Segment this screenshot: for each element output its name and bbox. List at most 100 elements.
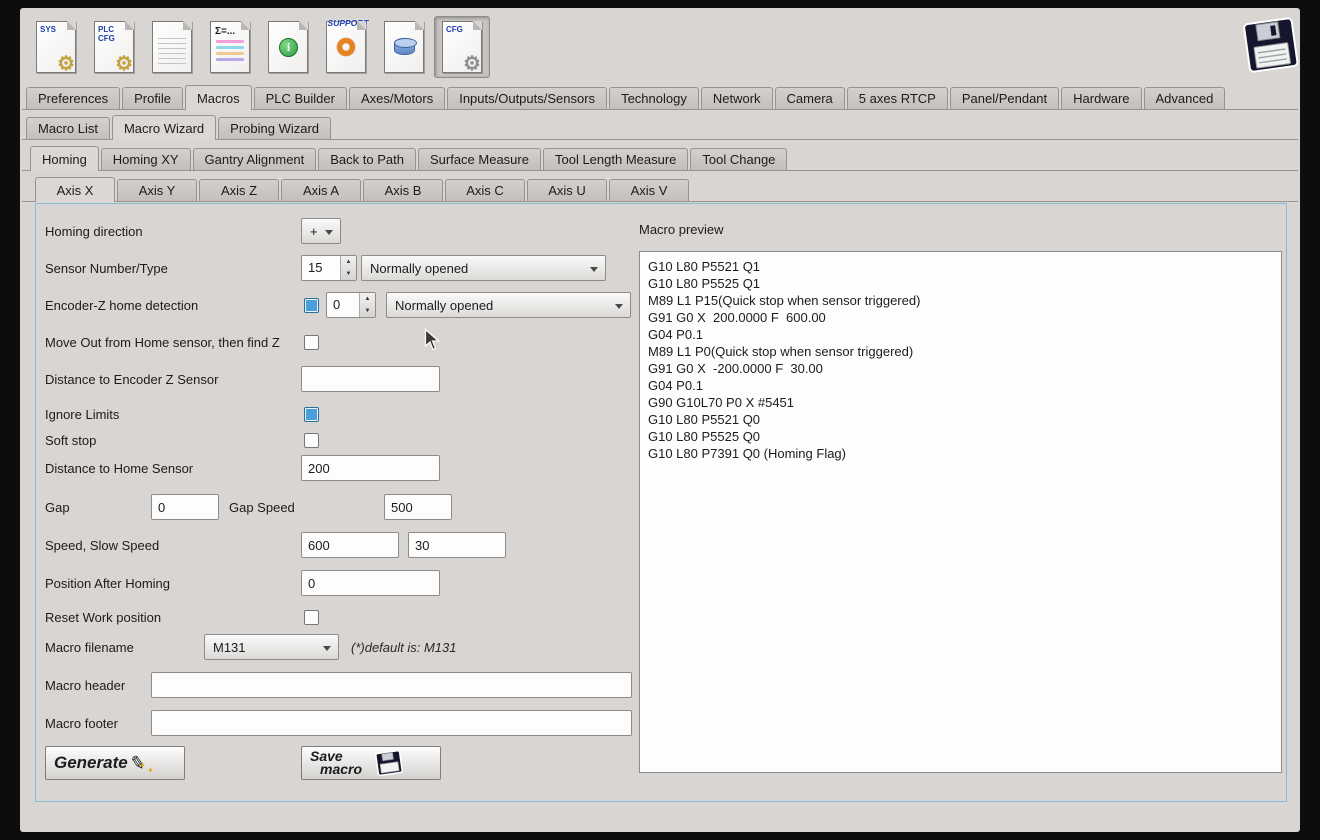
tab-5-axes-rtcp[interactable]: 5 axes RTCP [846, 87, 948, 109]
gcode-line: G10 L80 P5521 Q1 [648, 259, 761, 274]
tab-axis-c[interactable]: Axis C [445, 179, 525, 201]
tab-back-to-path[interactable]: Back to Path [318, 148, 416, 170]
macro-header-input[interactable] [151, 672, 632, 698]
tab-probing-wizard[interactable]: Probing Wizard [218, 117, 332, 139]
plc-cfg-button[interactable]: PLC CFG ⚙ [86, 16, 142, 78]
macro-filename-combobox[interactable]: M131 [204, 634, 339, 660]
tab-axis-a[interactable]: Axis A [281, 179, 361, 201]
encoder-z-type-combobox[interactable]: Normally opened [386, 292, 631, 318]
soft-stop-label: Soft stop [45, 432, 97, 448]
speed-input[interactable] [301, 532, 399, 558]
tab-surface-measure[interactable]: Surface Measure [417, 148, 541, 170]
macro-preview-textarea[interactable]: G10 L80 P5521 Q1 G10 L80 P5525 Q1 M89 L1… [639, 251, 1282, 773]
tab-gantry-alignment[interactable]: Gantry Alignment [192, 148, 317, 170]
log-button[interactable] [144, 16, 200, 78]
reset-work-checkbox[interactable] [304, 609, 319, 625]
gcode-line: M89 L1 P15(Quick stop when sensor trigge… [648, 293, 921, 308]
row-speed: Speed, Slow Speed [36, 531, 636, 559]
row-ignore-limits: Ignore Limits [36, 400, 636, 428]
ignore-limits-checkbox[interactable] [304, 406, 319, 422]
tab-advanced[interactable]: Advanced [1143, 87, 1226, 109]
generate-button[interactable]: Generate ✎ ✦ ✦ [45, 746, 185, 780]
row-soft-stop: Soft stop [36, 426, 636, 454]
tab-axis-x[interactable]: Axis X [35, 177, 115, 202]
sensor-number-spinbox[interactable]: 15 ▲ ▼ [301, 255, 357, 281]
tab-plc-builder[interactable]: PLC Builder [253, 87, 347, 109]
slow-speed-input[interactable] [408, 532, 506, 558]
plc-cfg-label: PLC CFG [98, 25, 115, 43]
gcode-line: G91 G0 X -200.0000 F 30.00 [648, 361, 823, 376]
dist-home-input[interactable] [301, 455, 440, 481]
info-button[interactable]: i [260, 16, 316, 78]
tab-macro-list[interactable]: Macro List [26, 117, 110, 139]
mouse-cursor [424, 328, 441, 351]
macro-filename-label: Macro filename [45, 639, 134, 655]
gap-input[interactable] [151, 494, 219, 520]
cfg-button[interactable]: CFG ⚙ [434, 16, 490, 78]
tab-panel-pendant[interactable]: Panel/Pendant [949, 87, 1060, 109]
floppy-disk-icon [375, 749, 403, 777]
tab-homing-xy[interactable]: Homing XY [100, 148, 191, 170]
dist-encoder-z-label: Distance to Encoder Z Sensor [45, 371, 219, 387]
chevron-down-icon [325, 230, 333, 235]
tab-macro-wizard[interactable]: Macro Wizard [111, 115, 217, 140]
gcode-line: G10 L80 P5521 Q0 [648, 412, 761, 427]
tab-macros[interactable]: Macros [184, 85, 252, 110]
position-after-input[interactable] [301, 570, 440, 596]
sparkle-icon: ✦ [139, 761, 146, 770]
save-settings-button[interactable] [1240, 15, 1301, 79]
encoder-z-spinbox[interactable]: 0 ▲ ▼ [326, 292, 376, 318]
tab-axis-b[interactable]: Axis B [363, 179, 443, 201]
homing-direction-value: + [310, 223, 318, 239]
ignore-limits-label: Ignore Limits [45, 406, 120, 422]
save-macro-button[interactable]: Save macro [301, 746, 441, 780]
tab-homing[interactable]: Homing [30, 146, 99, 171]
gear-icon: ⚙ [463, 53, 481, 75]
macro-list-button[interactable]: Σ=... [202, 16, 258, 78]
tab-axis-u[interactable]: Axis U [527, 179, 607, 201]
support-button[interactable]: SUPPORT [318, 16, 374, 78]
tab-axes-motors[interactable]: Axes/Motors [348, 87, 446, 109]
tab-preferences[interactable]: Preferences [26, 87, 121, 109]
row-macro-header: Macro header [36, 671, 636, 699]
tab-tool-change[interactable]: Tool Change [690, 148, 788, 170]
move-out-checkbox[interactable] [304, 334, 319, 350]
tab-profile[interactable]: Profile [122, 87, 183, 109]
chevron-down-icon [590, 267, 598, 272]
speed-label: Speed, Slow Speed [45, 537, 160, 553]
macro-list-icon: Σ=... [210, 21, 250, 73]
sensor-number-value: 15 [308, 260, 323, 275]
tab-hardware[interactable]: Hardware [1061, 87, 1142, 109]
sensor-type-combobox[interactable]: Normally opened [361, 255, 606, 281]
gap-speed-input[interactable] [384, 494, 452, 520]
tab-tool-length-measure[interactable]: Tool Length Measure [542, 148, 689, 170]
gcode-line: G10 L80 P5525 Q0 [648, 429, 761, 444]
encoder-z-checkbox[interactable] [304, 297, 319, 313]
tab-axis-y[interactable]: Axis Y [117, 179, 197, 201]
spin-down-icon: ▼ [345, 271, 352, 277]
macro-footer-label: Macro footer [45, 715, 118, 731]
dist-encoder-z-input[interactable] [301, 366, 440, 392]
gap-label: Gap [45, 499, 70, 515]
gcode-line: G04 P0.1 [648, 327, 703, 342]
tab-axis-v[interactable]: Axis V [609, 179, 689, 201]
tab-network[interactable]: Network [700, 87, 773, 109]
soft-stop-checkbox[interactable] [304, 432, 319, 448]
gap-speed-label: Gap Speed [229, 499, 295, 515]
spin-up-icon: ▲ [364, 296, 371, 302]
row-dist-home: Distance to Home Sensor [36, 454, 636, 482]
dist-home-label: Distance to Home Sensor [45, 460, 194, 476]
spin-up-icon: ▲ [345, 259, 352, 265]
tab-axis-z[interactable]: Axis Z [199, 179, 279, 201]
info-icon: i [279, 38, 298, 57]
row-move-out: Move Out from Home sensor, then find Z [36, 328, 636, 356]
sys-config-button[interactable]: SYS ⚙ [28, 16, 84, 78]
row-reset-work: Reset Work position [36, 603, 636, 631]
tab-camera[interactable]: Camera [774, 87, 845, 109]
row-position-after: Position After Homing [36, 569, 636, 597]
database-button[interactable] [376, 16, 432, 78]
homing-direction-combobox[interactable]: + [301, 218, 341, 244]
tab-technology[interactable]: Technology [609, 87, 699, 109]
tab-inputs-outputs-sensors[interactable]: Inputs/Outputs/Sensors [447, 87, 608, 109]
macro-footer-input[interactable] [151, 710, 632, 736]
